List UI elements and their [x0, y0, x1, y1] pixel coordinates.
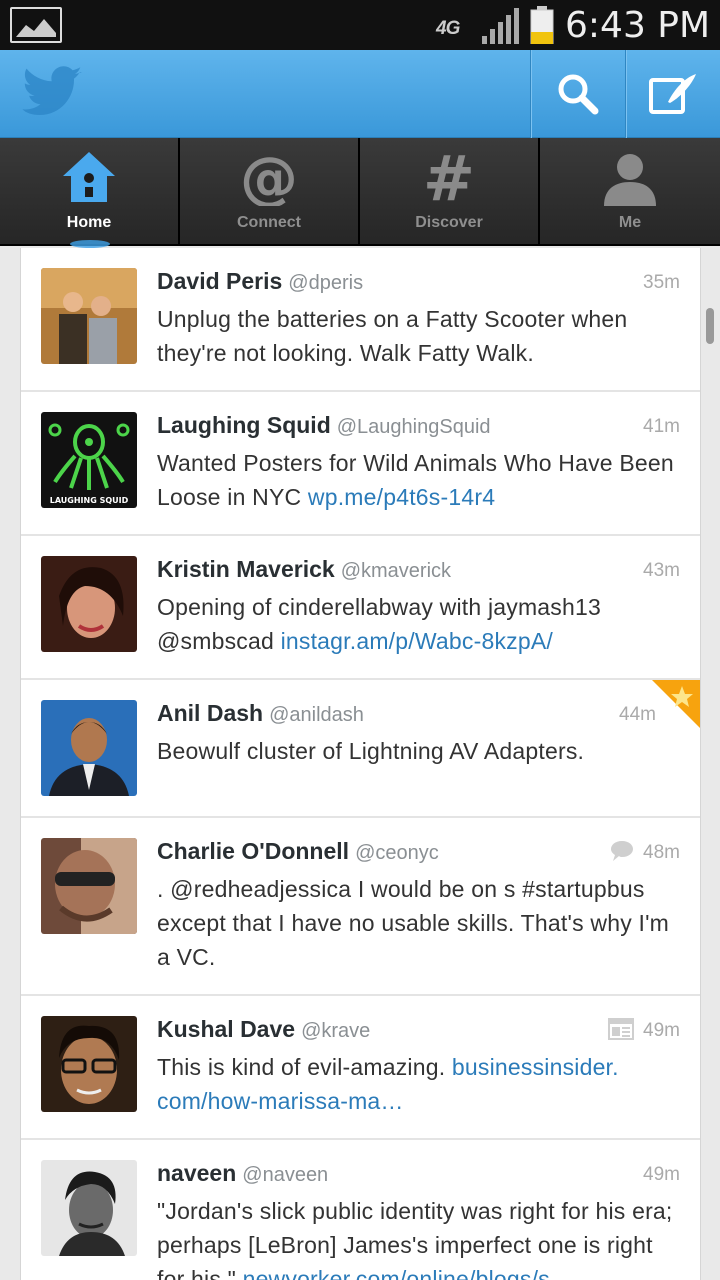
- tab-discover-label: Discover: [415, 214, 483, 231]
- scrollbar[interactable]: [706, 308, 714, 344]
- author-name[interactable]: David Peris: [157, 268, 282, 294]
- author-name[interactable]: Kristin Maverick: [157, 556, 335, 582]
- clock: 6:43 PM: [565, 5, 711, 46]
- favorite-star-icon: [652, 680, 700, 728]
- author-handle: @kmaverick: [340, 560, 452, 582]
- tweet-author: Laughing Squid @LaughingSquid: [157, 412, 491, 439]
- author-name[interactable]: Charlie O'Donnell: [157, 838, 349, 864]
- author-handle: @LaughingSquid: [336, 416, 491, 438]
- author-name[interactable]: Laughing Squid: [157, 412, 331, 438]
- search-icon: [558, 74, 598, 115]
- tweet-author: Charlie O'Donnell @ceonyc: [157, 838, 439, 865]
- tweet-author: Kushal Dave @krave: [157, 1016, 370, 1043]
- tab-home[interactable]: Home: [0, 138, 180, 248]
- tweet-author: Anil Dash @anildash: [157, 700, 364, 727]
- tweet-time: 49m: [643, 1020, 680, 1041]
- tweet-link[interactable]: instagr.am/p/Wabc-8kzpA/: [281, 628, 553, 654]
- timeline[interactable]: David Peris @dperis 35m Unplug the batter…: [20, 248, 701, 1280]
- tweet-author: David Peris @dperis: [157, 268, 363, 295]
- battery-icon: [530, 6, 554, 44]
- tweet-link[interactable]: newyorker.com/online/blogs/s…: [243, 1266, 574, 1280]
- tweet-time: 49m: [643, 1164, 680, 1185]
- author-handle: @krave: [301, 1020, 371, 1042]
- tweet-text: Wanted Posters for Wild Animals Who Have…: [157, 446, 677, 514]
- tab-connect-label: Connect: [237, 214, 301, 231]
- tweet-item[interactable]: David Peris @dperis 35m Unplug the batter…: [21, 248, 700, 392]
- avatar[interactable]: [41, 838, 137, 934]
- tweet-time: 35m: [643, 272, 680, 293]
- tweet-time: 44m: [619, 704, 656, 725]
- signal-icon: [482, 8, 519, 44]
- summary-card-icon: [608, 1018, 634, 1040]
- tab-bar: Home @ Connect # Discover Me: [0, 138, 720, 248]
- tweet-time: 43m: [643, 560, 680, 581]
- author-name[interactable]: Kushal Dave: [157, 1016, 295, 1042]
- tab-discover[interactable]: # Discover: [360, 138, 540, 244]
- tweet-item[interactable]: Kristin Maverick @kmaverick 43m Opening o…: [21, 536, 700, 680]
- twitter-bird-icon[interactable]: [22, 66, 84, 118]
- tab-home-label: Home: [66, 214, 112, 231]
- tweet-item[interactable]: Kushal Dave @krave 49m This is kind of ev…: [21, 996, 700, 1140]
- avatar[interactable]: [41, 556, 137, 652]
- action-bar: [0, 50, 720, 138]
- avatar[interactable]: [41, 268, 137, 364]
- home-icon: [63, 152, 115, 202]
- tweet-body: . @redheadjessica I would be on s #start…: [157, 876, 670, 970]
- tweet-author: naveen @naveen: [157, 1160, 328, 1187]
- author-handle: @dperis: [288, 272, 364, 294]
- tweet-text: This is kind of evil-amazing. businessin…: [157, 1050, 677, 1118]
- author-name[interactable]: naveen: [157, 1160, 236, 1186]
- tweet-author: Kristin Maverick @kmaverick: [157, 556, 451, 583]
- tweet-text: Unplug the batteries on a Fatty Scooter …: [157, 302, 677, 370]
- tweet-item[interactable]: Charlie O'Donnell @ceonyc 48m . @redheadj…: [21, 818, 700, 996]
- tab-connect[interactable]: @ Connect: [180, 138, 360, 244]
- avatar[interactable]: [41, 700, 137, 796]
- tab-me[interactable]: Me: [540, 138, 720, 244]
- tweet-text: Beowulf cluster of Lightning AV Adapters…: [157, 734, 677, 768]
- tweet-body: Beowulf cluster of Lightning AV Adapters…: [157, 738, 585, 764]
- network-type: 4G: [436, 18, 460, 39]
- tweet-text: . @redheadjessica I would be on s #start…: [157, 872, 677, 974]
- author-handle: @ceonyc: [355, 842, 439, 864]
- person-icon: [604, 154, 656, 206]
- author-handle: @anildash: [269, 704, 364, 726]
- tweet-item[interactable]: Anil Dash @anildash 44m Beowulf cluster o…: [21, 680, 700, 818]
- avatar-caption: LAUGHING SQUID: [50, 496, 129, 505]
- tab-me-label: Me: [618, 214, 642, 231]
- svg-text:#: #: [423, 150, 475, 206]
- tweet-text: Opening of cinderellabway with jaymash13…: [157, 590, 677, 658]
- tweet-item[interactable]: naveen @naveen 49m "Jordan's slick public…: [21, 1140, 700, 1280]
- search-button[interactable]: [530, 50, 624, 138]
- tweet-body: Unplug the batteries on a Fatty Scooter …: [157, 306, 628, 366]
- tweet-text: "Jordan's slick public identity was righ…: [157, 1194, 677, 1280]
- svg-text:@: @: [240, 150, 298, 206]
- at-icon: @: [240, 150, 298, 206]
- gallery-notification-icon: [10, 7, 62, 43]
- avatar[interactable]: [41, 1016, 137, 1112]
- avatar[interactable]: [41, 1160, 137, 1256]
- compose-icon: [648, 74, 696, 114]
- author-handle: @naveen: [242, 1164, 329, 1186]
- compose-button[interactable]: [625, 50, 719, 138]
- active-tab-indicator: [70, 240, 110, 248]
- tweet-link[interactable]: wp.me/p4t6s-14r4: [308, 484, 495, 510]
- conversation-icon: [611, 841, 633, 861]
- hash-icon: #: [423, 150, 475, 206]
- tweet-time: 48m: [643, 842, 680, 863]
- tweet-time: 41m: [643, 416, 680, 437]
- tweet-item[interactable]: LAUGHING SQUID Laughing Squid @LaughingSq…: [21, 392, 700, 536]
- tweet-body: This is kind of evil-amazing.: [157, 1054, 452, 1080]
- status-bar: 4G 6:43 PM: [0, 0, 720, 50]
- author-name[interactable]: Anil Dash: [157, 700, 263, 726]
- avatar[interactable]: LAUGHING SQUID: [41, 412, 137, 508]
